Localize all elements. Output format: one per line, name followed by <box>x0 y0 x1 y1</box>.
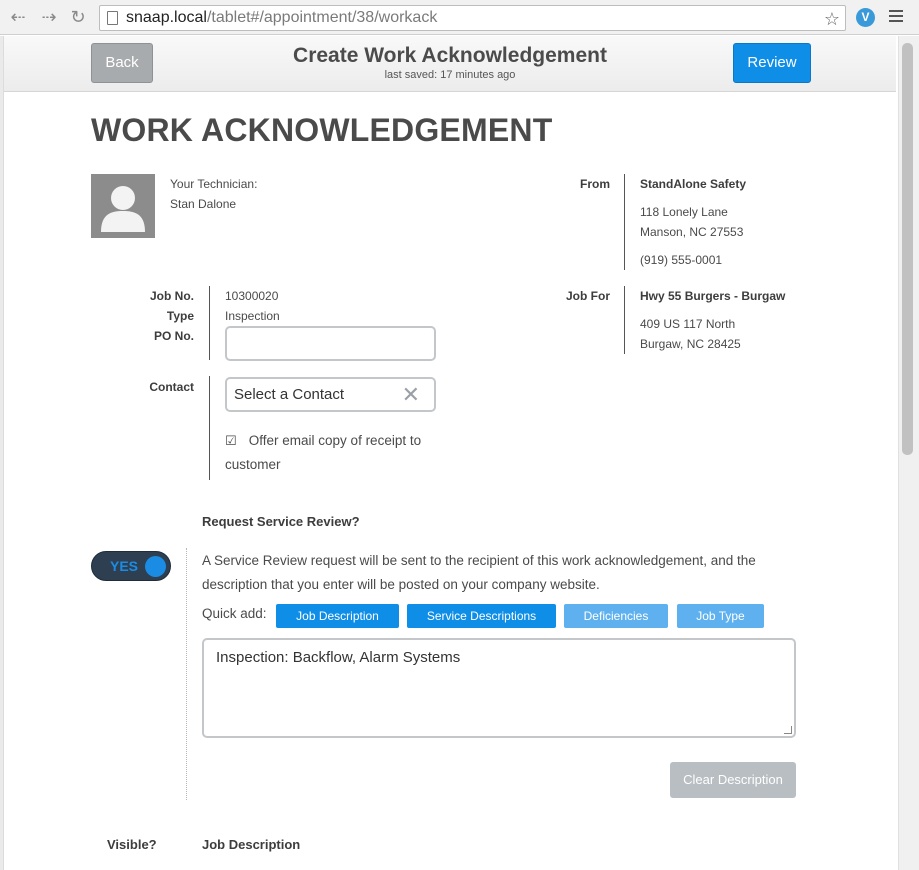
quick-add-service-descriptions-button[interactable]: Service Descriptions <box>407 604 556 628</box>
browser-toolbar: ⇠ ⇢ ↻ snaap.local/tablet#/appointment/38… <box>0 0 919 35</box>
from-label: From <box>580 177 610 191</box>
po-label: PO No. <box>153 329 194 343</box>
avatar <box>91 174 155 238</box>
description-line1: A Service Review request will be sent to… <box>202 553 756 568</box>
clear-description-button[interactable]: Clear Description <box>670 762 796 798</box>
offer-email-label-line1: Offer email copy of receipt to <box>248 433 422 448</box>
job-for-label: Job For <box>566 289 610 303</box>
service-review-toggle[interactable]: YES <box>91 551 171 581</box>
quick-add-label: Quick add: <box>202 606 267 621</box>
job-description-label: Job Description <box>202 837 301 852</box>
forward-arrow-icon[interactable]: ⇢ <box>38 6 60 28</box>
resize-handle-icon[interactable] <box>784 726 792 734</box>
job-for-address-line1: 409 US 117 North <box>640 317 736 331</box>
page-icon <box>107 11 118 25</box>
bookmark-star-icon[interactable]: ☆ <box>824 7 840 31</box>
po-number-input[interactable] <box>225 326 436 361</box>
visible-label: Visible? <box>107 837 157 852</box>
toggle-label: YES <box>110 558 139 574</box>
toggle-knob[interactable] <box>145 556 166 577</box>
textarea-value: Inspection: Backflow, Alarm Systems <box>216 649 461 666</box>
url-host: snaap.local <box>126 9 207 26</box>
service-review-heading: Request Service Review? <box>202 514 360 529</box>
checkbox-checked-icon[interactable]: ☑ <box>225 429 239 453</box>
service-review-description: A Service Review request will be sent to… <box>202 549 802 597</box>
from-address-line1: 118 Lonely Lane <box>640 205 728 219</box>
offer-email-label-line2: customer <box>225 457 281 472</box>
address-bar[interactable]: snaap.local/tablet#/appointment/38/worka… <box>99 5 846 31</box>
technician-label: Your Technician: <box>170 177 258 191</box>
from-company: StandAlone Safety <box>640 177 747 191</box>
contact-select-value: Select a Contact <box>234 386 345 403</box>
contact-divider <box>209 376 210 480</box>
technician-name: Stan Dalone <box>170 197 237 211</box>
from-phone: (919) 555-0001 <box>640 253 723 267</box>
clear-contact-icon[interactable]: ✕ <box>402 379 420 410</box>
review-description-textarea[interactable]: Inspection: Backflow, Alarm Systems <box>202 638 796 738</box>
page-title: WORK ACKNOWLEDGEMENT <box>91 112 553 148</box>
reload-icon[interactable]: ↻ <box>67 6 89 28</box>
description-line2: description that you enter will be poste… <box>202 577 600 592</box>
from-divider <box>624 174 625 270</box>
window-edge <box>0 36 4 870</box>
contact-label: Contact <box>149 380 194 394</box>
job-no-label: Job No. <box>150 289 194 303</box>
scrollbar-thumb[interactable] <box>902 43 913 455</box>
quick-add-job-type-button[interactable]: Job Type <box>677 604 764 628</box>
quick-add-job-description-button[interactable]: Job Description <box>276 604 399 628</box>
job-for-name: Hwy 55 Burgers - Burgaw <box>640 289 786 303</box>
type-label: Type <box>166 309 194 323</box>
offer-email-checkbox[interactable]: ☑ Offer email copy of receipt to custome… <box>225 429 455 477</box>
back-arrow-icon[interactable]: ⇠ <box>7 6 29 28</box>
job-divider <box>209 286 210 360</box>
job-for-divider <box>624 286 625 354</box>
review-button[interactable]: Review <box>733 43 811 83</box>
url-path: /tablet#/appointment/38/workack <box>206 9 438 26</box>
extension-icon[interactable]: V <box>856 8 875 27</box>
contact-select[interactable]: Select a Contact ✕ <box>225 377 436 412</box>
menu-icon[interactable] <box>889 10 903 25</box>
from-address-line2: Manson, NC 27553 <box>640 225 744 239</box>
job-type-value: Inspection <box>225 309 280 323</box>
app-header: Back Create Work Acknowledgement last sa… <box>4 36 896 92</box>
section-divider <box>186 548 187 800</box>
job-for-address-line2: Burgaw, NC 28425 <box>640 337 741 351</box>
quick-add-deficiencies-button[interactable]: Deficiencies <box>564 604 668 628</box>
user-silhouette-icon <box>101 186 145 232</box>
job-no-value: 10300020 <box>225 289 279 303</box>
